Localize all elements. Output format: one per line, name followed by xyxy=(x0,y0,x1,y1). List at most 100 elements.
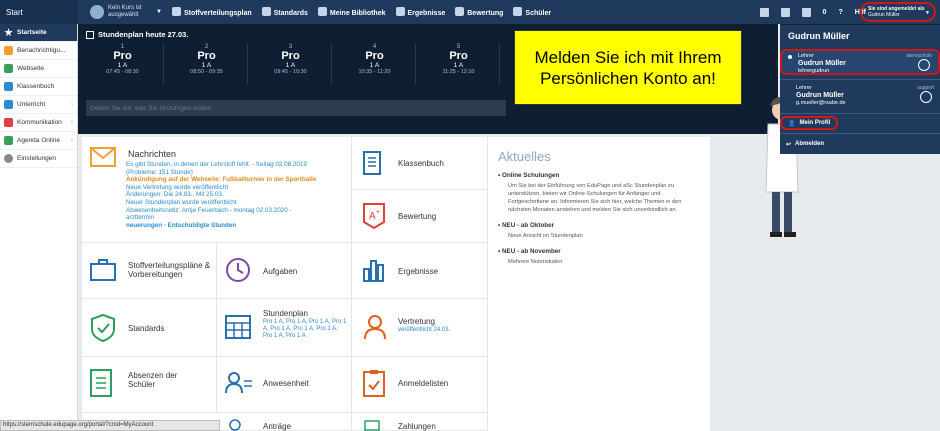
course-avatar-icon xyxy=(90,5,104,19)
calendar-icon xyxy=(86,30,94,39)
news-item[interactable]: Abwesenheitsnotiz: Antje Feuerbach - mon… xyxy=(126,207,346,215)
period-card[interactable]: 2 Pro 1 A 08:50 - 09:35 xyxy=(166,44,248,84)
news-heading[interactable]: • NEU - ab November xyxy=(498,248,700,255)
divider xyxy=(780,113,940,114)
sidebar-item-webseite[interactable]: Webseite xyxy=(0,60,77,78)
timetable-title[interactable]: Stundenplan heute 27.03. xyxy=(86,30,188,39)
person-icon: 👤 xyxy=(788,120,796,127)
news-item[interactable]: neuerungen - Entschuldigte Stunden xyxy=(126,222,346,230)
tile-label: Stoffverteilungspläne & Vorbereitungen xyxy=(128,261,211,279)
top-bar: Start Kein Kurs ist ausgewählt ▼ Stoffve… xyxy=(0,0,940,24)
browser-status-url: https://sternschule.edupage.org/portal/?… xyxy=(0,420,220,431)
news-heading[interactable]: • NEU - ab Oktober xyxy=(498,222,700,229)
envelope-icon xyxy=(90,147,116,167)
tile-klassenbuch[interactable]: Klassenbuch xyxy=(352,137,488,190)
tile-antraege[interactable]: Anträge xyxy=(217,413,352,431)
fullscreen-icon[interactable] xyxy=(759,7,769,17)
sidebar-item-unterricht[interactable]: Unterricht › xyxy=(0,96,77,114)
dashboard-tiles: Nachrichten Es gibt Stunden, in denen de… xyxy=(82,137,488,431)
tile-anmeldelisten[interactable]: Anmeldelisten xyxy=(352,357,488,413)
payment-icon xyxy=(364,420,380,431)
tile-bewertung[interactable]: A + Bewertung xyxy=(352,190,488,243)
tile-label: Aufgaben xyxy=(263,267,298,276)
graduate-icon xyxy=(918,59,930,71)
sidebar-item-kommunikation[interactable]: Kommunikation › xyxy=(0,114,77,132)
sidebar-item-benachrichtigungen[interactable]: Benachrichtigu... xyxy=(0,42,77,60)
logged-in-user: Gudrun Müller xyxy=(868,12,900,18)
instruction-callout: Melden Sie ich mit Ihrem Persönlichen Ko… xyxy=(514,30,742,105)
plan-icon xyxy=(171,7,181,16)
library-icon xyxy=(317,7,327,16)
tile-label: Vertretung xyxy=(398,317,435,326)
calendar-grid-icon xyxy=(225,315,251,339)
nav-bibliothek[interactable]: Meine Bibliothek xyxy=(317,7,386,17)
tile-standards[interactable]: Standards xyxy=(82,299,217,357)
tile-absenzen[interactable]: Absenzen der Schüler xyxy=(82,357,217,413)
gear-icon xyxy=(4,154,13,163)
period-card[interactable]: 3 Pro 1 A 09:45 - 10:30 xyxy=(250,44,332,84)
news-list: Es gibt Stunden, in denen der Lehrstoff … xyxy=(126,161,346,229)
selected-dot-icon xyxy=(788,55,792,59)
logout-arrow-icon: ↩ xyxy=(786,141,792,148)
tile-stoffverteilung[interactable]: Stoffverteilungspläne & Vorbereitungen xyxy=(82,243,217,299)
tile-label: Anmeldelisten xyxy=(398,379,449,388)
vertretung-subtext: veröffentlicht 24.03. xyxy=(398,327,451,333)
news-body: Um Sie bei der Einführung von EduPage un… xyxy=(508,183,682,213)
tile-label: Absenzen der Schüler xyxy=(128,371,178,389)
sidebar-item-einstellungen[interactable]: Einstellungen xyxy=(0,150,77,168)
tile-stundenplan[interactable]: Stundenplan Pro 1 A, Pro 1 A, Pro 1 A, P… xyxy=(217,299,352,357)
course-label: Kein Kurs ist ausgewählt xyxy=(108,5,142,18)
account-menu-button[interactable]: Sie sind angemeldet als Gudrun Müller ▼ xyxy=(860,2,936,22)
briefcase-icon xyxy=(90,259,116,281)
tile-label: Ergebnisse xyxy=(398,267,439,276)
nav-bewertung[interactable]: Bewertung xyxy=(455,7,503,17)
news-item[interactable]: Es gibt Stunden, in denen der Lehrstoff … xyxy=(126,161,346,169)
news-item[interactable]: Änderungen: Die 24.03., Mit 25.03. xyxy=(126,191,346,199)
tile-label: Nachrichten xyxy=(128,149,177,159)
news-body: Neue Ansicht im Stundenplan xyxy=(508,233,583,239)
nav-ergebnisse[interactable]: Ergebnisse xyxy=(395,7,445,17)
svg-text:+: + xyxy=(376,209,380,216)
news-item[interactable]: arzttermin xyxy=(126,214,346,222)
help-icon[interactable]: ? xyxy=(838,9,842,16)
sidebar-item-agenda[interactable]: Agenda Online › xyxy=(0,132,77,150)
tile-vertretung[interactable]: Vertretung veröffentlicht 24.03. xyxy=(352,299,488,357)
chat-icon xyxy=(4,118,13,127)
nav-schueler[interactable]: Schüler xyxy=(513,7,551,17)
my-profile-button[interactable]: 👤 Mein Profil xyxy=(780,116,838,130)
news-item[interactable]: Neuer Stundenplan wurde veröffentlicht xyxy=(126,199,346,207)
star-icon xyxy=(4,28,13,37)
tile-zahlungen[interactable]: Zahlungen xyxy=(352,413,488,431)
tile-anwesenheit[interactable]: Anwesenheit xyxy=(217,357,352,413)
course-selector[interactable]: Kein Kurs ist ausgewählt ▼ xyxy=(90,5,162,19)
timetable-periods: 1 Pro 1 A 07:45 - 08:30 2 Pro 1 A 08:50 - 09:3… xyxy=(82,44,500,84)
check-icon xyxy=(4,136,13,145)
sidebar-item-klassenbuch[interactable]: Klassenbuch xyxy=(0,78,77,96)
tile-ergebnisse[interactable]: Ergebnisse xyxy=(352,243,488,299)
account-dropdown: Gudrun Müller Lehrer Gudrun Müller lehre… xyxy=(780,24,940,154)
person-list-icon xyxy=(225,372,252,394)
news-item[interactable]: Ankündigung auf der Webseite: Fußballtur… xyxy=(126,176,346,184)
news-heading[interactable]: • Online Schulungen xyxy=(498,172,700,179)
nav-stoffverteilungsplan[interactable]: Stoffverteilungsplan xyxy=(171,7,252,17)
tile-aufgaben[interactable]: Aufgaben xyxy=(217,243,352,299)
shield-icon xyxy=(261,7,271,16)
message-icon[interactable] xyxy=(801,7,811,17)
screen-icon[interactable] xyxy=(780,7,790,17)
start-button[interactable]: Start xyxy=(0,0,78,24)
nav-standards[interactable]: Standards xyxy=(261,7,308,17)
news-item[interactable]: (Probleme: 151 Stunde) xyxy=(126,169,346,177)
period-card[interactable]: 5 Pro 1 A 11:25 - 12:10 xyxy=(418,44,500,84)
tile-nachrichten[interactable]: Nachrichten Es gibt Stunden, in denen de… xyxy=(82,137,352,243)
account-option-support[interactable]: Lehrer Gudrun Müller g.mueller@rsabe.de … xyxy=(780,83,940,109)
period-card[interactable]: 4 Pro 1 A 10:35 - 11:20 xyxy=(334,44,416,84)
period-card[interactable]: 1 Pro 1 A 07:45 - 08:30 xyxy=(82,44,164,84)
account-option-sternschule[interactable]: Lehrer Gudrun Müller lehrergudrun sterns… xyxy=(780,49,940,75)
chevron-right-icon: › xyxy=(70,101,73,108)
notification-badge[interactable]: 0 xyxy=(823,9,827,16)
logout-button[interactable]: ↩ Abmelden xyxy=(780,137,940,151)
svg-text:A: A xyxy=(369,211,376,222)
divider xyxy=(780,79,940,80)
sidebar-item-startseite[interactable]: Startseite xyxy=(0,24,77,42)
add-item-input[interactable] xyxy=(86,100,506,116)
